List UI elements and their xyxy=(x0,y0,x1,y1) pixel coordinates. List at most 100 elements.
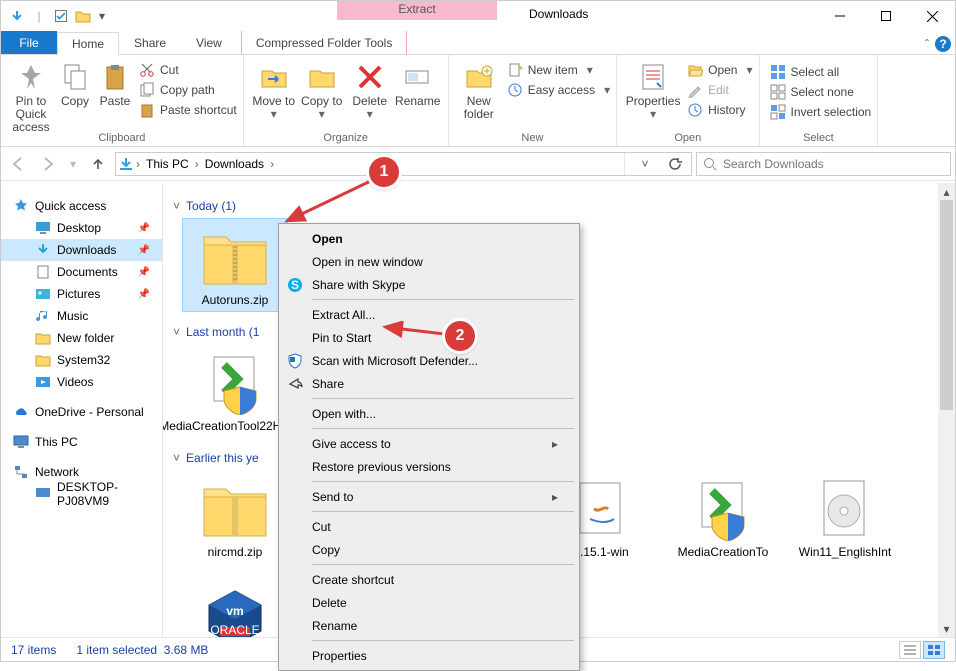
maximize-button[interactable] xyxy=(863,1,909,31)
nav-music[interactable]: Music xyxy=(1,305,162,327)
context-tool-tab[interactable]: Compressed Folder Tools xyxy=(241,31,408,54)
file-win11[interactable]: Win11_EnglishInt xyxy=(793,471,897,563)
history-button[interactable]: History xyxy=(687,101,752,119)
nav-recent-button[interactable]: ▾ xyxy=(65,151,81,177)
home-tab[interactable]: Home xyxy=(57,32,119,55)
share-tab[interactable]: Share xyxy=(119,31,181,54)
ctx-rename[interactable]: Rename xyxy=(282,614,576,637)
nav-forward-button[interactable] xyxy=(35,151,61,177)
ctx-cut[interactable]: Cut xyxy=(282,515,576,538)
search-field[interactable]: Search Downloads xyxy=(696,152,951,176)
select-all-button[interactable]: Select all xyxy=(770,63,872,81)
new-item-icon xyxy=(507,62,523,78)
vertical-scrollbar[interactable]: ▴ ▾ xyxy=(938,183,955,637)
delete-x-icon xyxy=(354,61,386,93)
pin-label: Pin to Quick access xyxy=(7,95,55,134)
paste-shortcut-button[interactable]: Paste shortcut xyxy=(139,101,237,119)
ctx-properties[interactable]: Properties xyxy=(282,644,576,667)
invert-selection-button[interactable]: Invert selection xyxy=(770,103,872,121)
help-icon[interactable]: ? xyxy=(935,36,951,52)
nav-desktop-pc[interactable]: DESKTOP-PJ08VM9 xyxy=(1,483,162,505)
view-tab[interactable]: View xyxy=(181,31,237,54)
group-new: New folder New item▾ Easy access▾ New xyxy=(449,55,617,146)
address-dropdown-button[interactable]: ˅ xyxy=(631,157,659,171)
crumb-sep-icon[interactable]: › xyxy=(136,157,140,171)
select-all-icon xyxy=(770,64,786,80)
ctx-share[interactable]: Share xyxy=(282,372,576,395)
scroll-up-button[interactable]: ▴ xyxy=(938,183,955,200)
nav-back-button[interactable] xyxy=(5,151,31,177)
new-folder-button[interactable]: New folder xyxy=(455,57,503,121)
ctx-restore-versions[interactable]: Restore previous versions xyxy=(282,455,576,478)
nav-desktop[interactable]: Desktop📌 xyxy=(1,217,162,239)
move-to-icon xyxy=(258,61,290,93)
nav-up-button[interactable] xyxy=(85,151,111,177)
scroll-thumb[interactable] xyxy=(940,200,953,410)
easy-access-button[interactable]: Easy access▾ xyxy=(507,81,610,99)
qat-down-arrow-icon[interactable] xyxy=(7,5,27,27)
new-item-button[interactable]: New item▾ xyxy=(507,61,610,79)
crumb-sep-icon[interactable]: › xyxy=(195,157,199,171)
ctx-delete[interactable]: Delete xyxy=(282,591,576,614)
ctx-open-with[interactable]: Open with... xyxy=(282,402,576,425)
nav-documents[interactable]: Documents📌 xyxy=(1,261,162,283)
installer-shield-icon xyxy=(688,475,758,541)
nav-videos[interactable]: Videos xyxy=(1,371,162,393)
ctx-separator xyxy=(312,640,574,641)
icon-view-button[interactable] xyxy=(923,641,945,659)
context-tab-extract[interactable]: Extract xyxy=(337,1,497,20)
qat-folder-icon[interactable] xyxy=(73,5,93,27)
file-tab[interactable]: File xyxy=(1,31,57,54)
file-autoruns-zip[interactable]: Autoruns.zip xyxy=(183,219,287,311)
details-view-button[interactable] xyxy=(899,641,921,659)
nav-onedrive[interactable]: OneDrive - Personal xyxy=(1,401,162,423)
move-to-button[interactable]: Move to▾ xyxy=(250,57,298,121)
crumb-sep-icon[interactable]: › xyxy=(270,157,274,171)
cut-button[interactable]: Cut xyxy=(139,61,237,79)
qat-customize-icon[interactable]: ▾ xyxy=(95,5,109,27)
nav-quick-access[interactable]: Quick access xyxy=(1,195,162,217)
nav-this-pc[interactable]: This PC xyxy=(1,431,162,453)
edit-button[interactable]: Edit xyxy=(687,81,752,99)
copy-path-button[interactable]: Copy path xyxy=(139,81,237,99)
close-button[interactable] xyxy=(909,1,955,31)
ctx-give-access[interactable]: Give access to▸ xyxy=(282,432,576,455)
file-media-creation-tool[interactable]: MediaCreationTool22H2.exe xyxy=(183,345,287,437)
rename-button[interactable]: Rename xyxy=(394,57,442,121)
ctx-scan-defender[interactable]: Scan with Microsoft Defender... xyxy=(282,349,576,372)
minimize-button[interactable] xyxy=(817,1,863,31)
group-label-select: Select xyxy=(760,132,878,144)
nav-newfolder[interactable]: New folder xyxy=(1,327,162,349)
delete-button[interactable]: Delete▾ xyxy=(346,57,394,121)
file-virtualbox[interactable]: vmORACLE VirtualBox-6.1.32 xyxy=(183,581,287,637)
pin-to-quick-access-button[interactable]: Pin to Quick access xyxy=(7,57,55,134)
ctx-open[interactable]: Open xyxy=(282,227,576,250)
svg-text:vm: vm xyxy=(226,604,243,618)
nav-downloads[interactable]: Downloads📌 xyxy=(1,239,162,261)
scroll-down-button[interactable]: ▾ xyxy=(938,620,955,637)
open-dropdown-button[interactable]: Open▾ xyxy=(687,61,752,79)
select-none-button[interactable]: Select none xyxy=(770,83,872,101)
ctx-share-skype[interactable]: SShare with Skype xyxy=(282,273,576,296)
copy-button[interactable]: Copy xyxy=(55,57,95,134)
ctx-open-new-window[interactable]: Open in new window xyxy=(282,250,576,273)
ctx-send-to[interactable]: Send to▸ xyxy=(282,485,576,508)
ctx-copy[interactable]: Copy xyxy=(282,538,576,561)
file-label: MediaCreationTo xyxy=(678,545,769,559)
refresh-button[interactable] xyxy=(661,157,689,171)
file-nircmd-zip[interactable]: nircmd.zip xyxy=(183,471,287,563)
crumb-downloads[interactable]: Downloads xyxy=(201,157,268,171)
address-field[interactable]: › This PC › Downloads › ˅ xyxy=(115,152,692,176)
properties-button[interactable]: Properties▾ xyxy=(623,57,683,121)
ribbon-collapse-icon[interactable]: ˆ xyxy=(925,37,929,51)
file-label: Autoruns.zip xyxy=(202,293,269,307)
ctx-create-shortcut[interactable]: Create shortcut xyxy=(282,568,576,591)
file-mediacreation[interactable]: MediaCreationTo xyxy=(671,471,775,563)
paste-button[interactable]: Paste xyxy=(95,57,135,134)
qat-checkbox-icon[interactable] xyxy=(51,5,71,27)
nav-system32[interactable]: System32 xyxy=(1,349,162,371)
pin-icon xyxy=(15,61,47,93)
copy-to-button[interactable]: Copy to▾ xyxy=(298,57,346,121)
crumb-this-pc[interactable]: This PC xyxy=(142,157,193,171)
nav-pictures[interactable]: Pictures📌 xyxy=(1,283,162,305)
